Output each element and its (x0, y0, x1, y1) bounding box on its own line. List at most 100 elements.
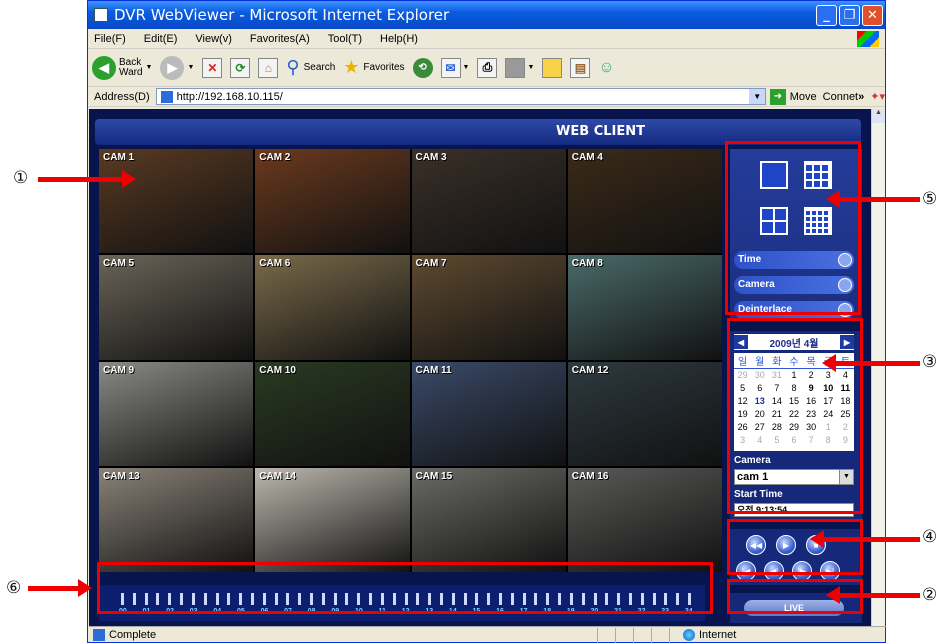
favorites-star-icon: ★ (343, 57, 360, 77)
camera-tile[interactable]: CAM 9 (99, 361, 254, 466)
move-button[interactable]: Move (790, 91, 817, 103)
camera-tile[interactable]: CAM 7 (411, 255, 566, 360)
camera-label: CAM 6 (259, 258, 291, 270)
search-label: Search (303, 62, 336, 73)
history-button[interactable]: ⟲ (412, 57, 433, 78)
annotation-frame-layout (725, 141, 861, 315)
camera-tile[interactable]: CAM 10 (255, 361, 410, 466)
edit-dropdown-icon[interactable]: ▼ (527, 64, 534, 71)
camera-tile[interactable]: CAM 3 (411, 149, 566, 254)
camera-label: CAM 9 (103, 364, 135, 376)
back-arrow-icon: ◀ (92, 55, 116, 80)
annotation-number-3: ③ (922, 352, 938, 372)
search-icon: ⚲ (286, 57, 300, 77)
edit-button[interactable]: ▼ (505, 57, 534, 78)
page-done-icon (93, 629, 105, 641)
back-button[interactable]: ◀ Back Ward ▼ (92, 55, 153, 80)
vertical-scrollbar[interactable]: ▲ (871, 109, 885, 626)
messenger-icon: ☺ (598, 58, 615, 76)
restore-button[interactable]: ❐ (839, 4, 860, 26)
address-dropdown-icon[interactable]: ▼ (749, 89, 766, 104)
status-text: Complete (109, 629, 157, 641)
window-title: DVR WebViewer - Microsoft Internet Explo… (114, 6, 450, 24)
camera-tile[interactable]: CAM 2 (255, 149, 410, 254)
web-client-title: WEB CLIENT (556, 124, 645, 139)
page-icon (160, 90, 173, 103)
annotation-number-6: ⑥ (6, 578, 22, 598)
toolbar-extra-icon[interactable]: ✦▾ (870, 90, 885, 103)
menu-view[interactable]: View(v) (195, 33, 231, 45)
address-url: http://192.168.10.115/ (176, 90, 283, 103)
forward-button[interactable]: ▶ ▼ (160, 55, 194, 80)
annotation-frame-search (727, 318, 863, 514)
mail-button[interactable]: ✉ ▼ (440, 57, 470, 78)
camera-label: CAM 1 (103, 152, 135, 163)
menu-favorites[interactable]: Favorites(A) (250, 33, 310, 45)
camera-tile[interactable]: CAM 1 (99, 149, 254, 254)
menu-file[interactable]: File(F) (94, 33, 126, 45)
stop-button[interactable]: ✕ (202, 57, 223, 78)
menu-tool[interactable]: Tool(T) (328, 33, 362, 45)
mail-dropdown-icon[interactable]: ▼ (463, 64, 470, 71)
messenger-button[interactable]: ☺ (598, 59, 614, 77)
windows-logo-icon (857, 30, 879, 47)
menu-help[interactable]: Help(H) (380, 33, 418, 45)
camera-tile[interactable]: CAM 11 (411, 361, 566, 466)
camera-label: CAM 5 (103, 258, 135, 270)
status-divider (633, 627, 651, 643)
camera-label: CAM 11 (415, 364, 452, 376)
camera-label: CAM 12 (571, 364, 609, 376)
close-button[interactable]: ✕ (862, 4, 883, 26)
home-button[interactable]: ⌂ (258, 57, 279, 78)
camera-tile[interactable]: CAM 14 (255, 467, 410, 572)
menu-edit[interactable]: Edit(E) (144, 33, 178, 45)
camera-tile[interactable]: CAM 5 (99, 255, 254, 360)
links-chevron-icon[interactable]: » (858, 91, 864, 103)
scroll-up-icon[interactable]: ▲ (872, 109, 885, 123)
camera-tile[interactable]: CAM 8 (567, 255, 722, 360)
status-bar: Complete Internet (89, 626, 886, 643)
toolbar: ◀ Back Ward ▼ ▶ ▼ ✕ ⟳ ⌂ ⚲ Search ★ Favori… (88, 49, 885, 87)
links-button[interactable]: Connet (823, 91, 858, 103)
camera-tile[interactable]: CAM 13 (99, 467, 254, 572)
camera-grid: CAM 1 CAM 2 CAM 3 CAM 4 CAM 5 CAM 6 CAM … (99, 149, 722, 572)
minimize-button[interactable]: _ (816, 4, 837, 26)
history-icon: ⟲ (412, 57, 433, 78)
camera-tile[interactable]: CAM 16 (567, 467, 722, 572)
back-dropdown-icon[interactable]: ▼ (146, 64, 153, 71)
internet-zone-icon (683, 629, 695, 641)
camera-label: CAM 13 (103, 470, 140, 482)
camera-tile[interactable]: CAM 4 (567, 149, 722, 254)
address-bar: Address(D) http://192.168.10.115/ ▼ ➜ Mo… (88, 87, 885, 107)
discuss-button[interactable] (542, 57, 563, 78)
annotation-frame-timeline (97, 562, 713, 614)
stop-icon: ✕ (202, 57, 223, 78)
annotation-arrow-3 (822, 354, 920, 372)
ie-app-icon (94, 8, 108, 22)
camera-tile[interactable]: CAM 12 (567, 361, 722, 466)
status-divider (597, 627, 615, 643)
print-button[interactable]: ⎙ (477, 57, 498, 78)
forward-arrow-icon: ▶ (160, 55, 185, 80)
camera-label: CAM 15 (415, 470, 453, 482)
search-button[interactable]: ⚲ Search (286, 57, 335, 78)
mail-icon: ✉ (440, 57, 461, 78)
camera-label: CAM 16 (571, 470, 609, 482)
favorites-button[interactable]: ★ Favorites (343, 57, 404, 78)
camera-label: CAM 14 (259, 470, 296, 482)
camera-tile[interactable]: CAM 6 (255, 255, 410, 360)
book-icon: ▤ (570, 57, 591, 78)
research-button[interactable]: ▤ (570, 57, 591, 78)
annotation-arrow-2 (826, 586, 920, 604)
address-input[interactable]: http://192.168.10.115/ ▼ (155, 88, 767, 105)
note-icon (542, 57, 563, 78)
status-divider (615, 627, 633, 643)
refresh-button[interactable]: ⟳ (230, 57, 251, 78)
forward-dropdown-icon[interactable]: ▼ (187, 64, 194, 71)
annotation-frame-playback (727, 519, 863, 575)
annotation-arrow-5 (826, 190, 920, 208)
go-arrow-icon[interactable]: ➜ (770, 88, 786, 105)
camera-tile[interactable]: CAM 15 (411, 467, 566, 572)
refresh-icon: ⟳ (230, 57, 251, 78)
title-bar: DVR WebViewer - Microsoft Internet Explo… (88, 1, 885, 29)
